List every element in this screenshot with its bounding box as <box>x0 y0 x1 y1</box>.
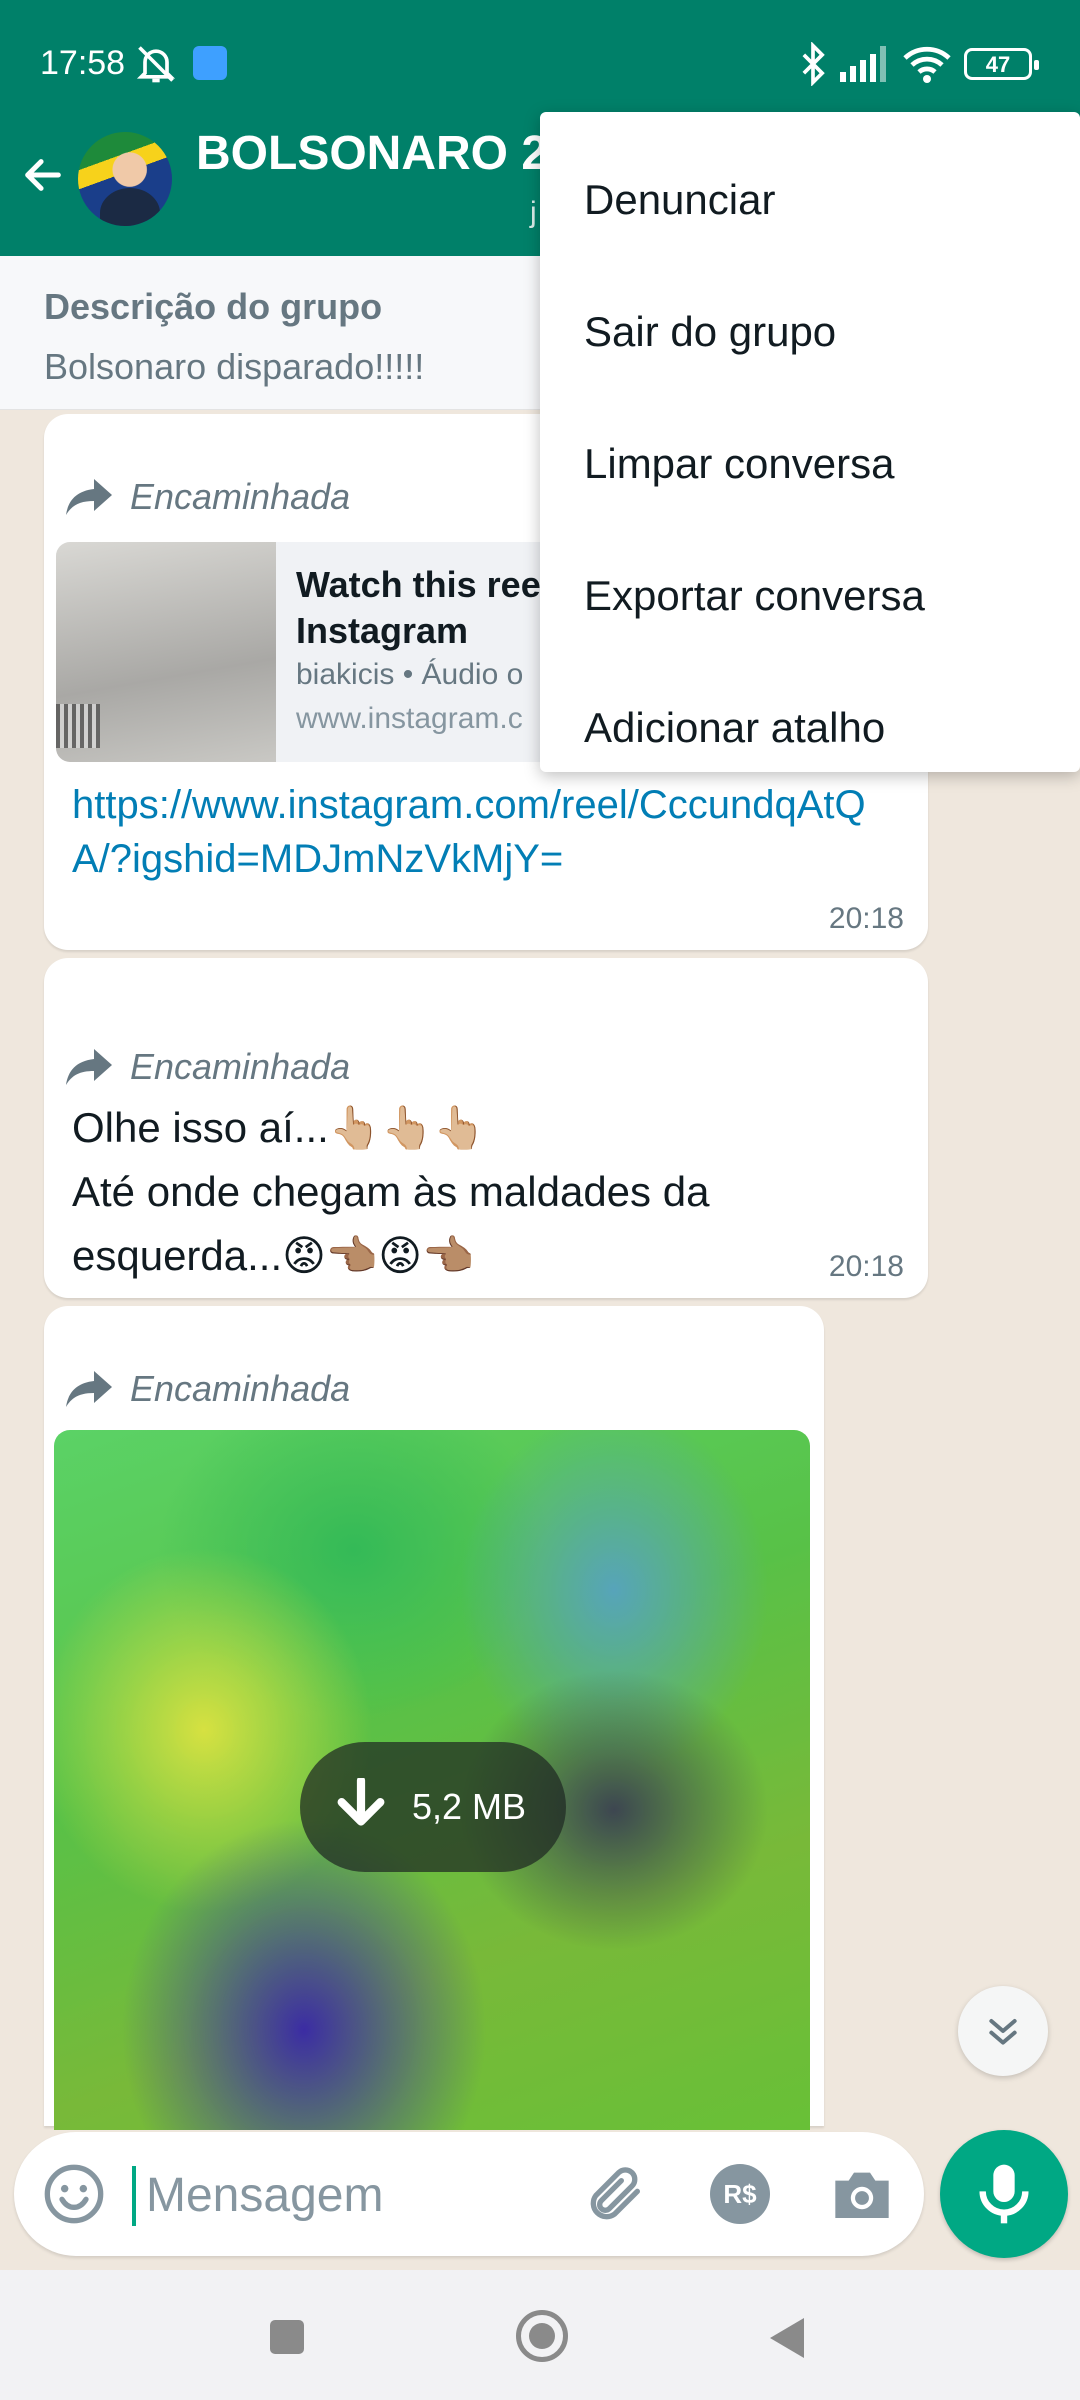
forward-icon <box>66 479 112 515</box>
status-time: 17:58 <box>40 44 126 82</box>
forwarded-label: Encaminhada <box>66 476 350 518</box>
group-avatar[interactable] <box>78 132 172 226</box>
recents-button[interactable] <box>270 2320 304 2354</box>
menu-item-clear-chat[interactable]: Limpar conversa <box>540 398 1080 530</box>
forwarded-label: Encaminhada <box>66 1046 350 1088</box>
attach-icon[interactable] <box>584 2162 648 2226</box>
chat-title[interactable]: BOLSONARO 20 <box>196 126 575 181</box>
emoji-icon[interactable] <box>42 2162 106 2226</box>
preview-subtitle: biakicis • Áudio o <box>296 658 524 691</box>
cell-signal-icon <box>840 46 886 82</box>
forward-icon <box>66 1371 112 1407</box>
message-link[interactable]: https://www.instagram.com/reel/CccundqAt… <box>72 778 912 886</box>
forward-icon <box>66 1049 112 1085</box>
message-input[interactable] <box>146 2160 566 2230</box>
app-notification-icon <box>193 46 227 80</box>
wifi-icon <box>903 46 951 83</box>
message-time: 20:18 <box>828 902 904 935</box>
menu-item-add-shortcut[interactable]: Adicionar atalho <box>540 662 1080 794</box>
preview-url: www.instagram.c <box>296 702 523 735</box>
download-button[interactable]: 5,2 MB <box>300 1742 566 1872</box>
group-description-title: Descrição do grupo <box>44 286 383 327</box>
back-arrow-icon[interactable] <box>20 152 66 198</box>
forwarded-label: Encaminhada <box>66 1368 350 1410</box>
chat-subtitle: j <box>530 196 537 229</box>
bluetooth-icon <box>802 42 825 86</box>
battery-level: 47 <box>985 52 1011 77</box>
message-composer: R$ <box>14 2132 924 2256</box>
download-size: 5,2 MB <box>412 1786 527 1827</box>
message-text: Olhe isso aí...👆🏼👆🏼👆🏼 Até onde chegam às… <box>72 1104 710 1279</box>
camera-icon[interactable] <box>830 2164 894 2224</box>
battery-icon: 47 <box>964 48 1039 80</box>
system-navigation-bar <box>0 2270 1080 2400</box>
menu-item-export-chat[interactable]: Exportar conversa <box>540 530 1080 662</box>
status-bar: 17:58 47 <box>0 0 1080 128</box>
download-icon <box>337 1778 385 1826</box>
preview-thumbnail <box>56 542 276 762</box>
message-time: 20:18 <box>828 1250 904 1283</box>
message-bubble[interactable]: Encaminhada Olhe isso aí...👆🏼👆🏼👆🏼 Até on… <box>44 958 928 1298</box>
text-cursor <box>132 2166 136 2226</box>
menu-item-report[interactable]: Denunciar <box>540 134 1080 266</box>
group-description-text: Bolsonaro disparado!!!!! <box>44 346 425 387</box>
voice-message-button[interactable] <box>940 2130 1068 2258</box>
menu-item-exit-group[interactable]: Sair do grupo <box>540 266 1080 398</box>
double-chevron-down-icon <box>989 2019 1017 2045</box>
scroll-to-bottom-button[interactable] <box>958 1986 1048 2076</box>
microphone-icon <box>979 2164 1029 2224</box>
home-button[interactable] <box>516 2310 568 2362</box>
overflow-menu: Denunciar Sair do grupo Limpar conversa … <box>540 112 1080 772</box>
system-back-button[interactable] <box>770 2318 804 2358</box>
message-bubble[interactable]: Encaminhada <box>44 1306 824 2130</box>
notifications-muted-icon <box>136 46 176 83</box>
payment-button[interactable]: R$ <box>710 2164 770 2224</box>
